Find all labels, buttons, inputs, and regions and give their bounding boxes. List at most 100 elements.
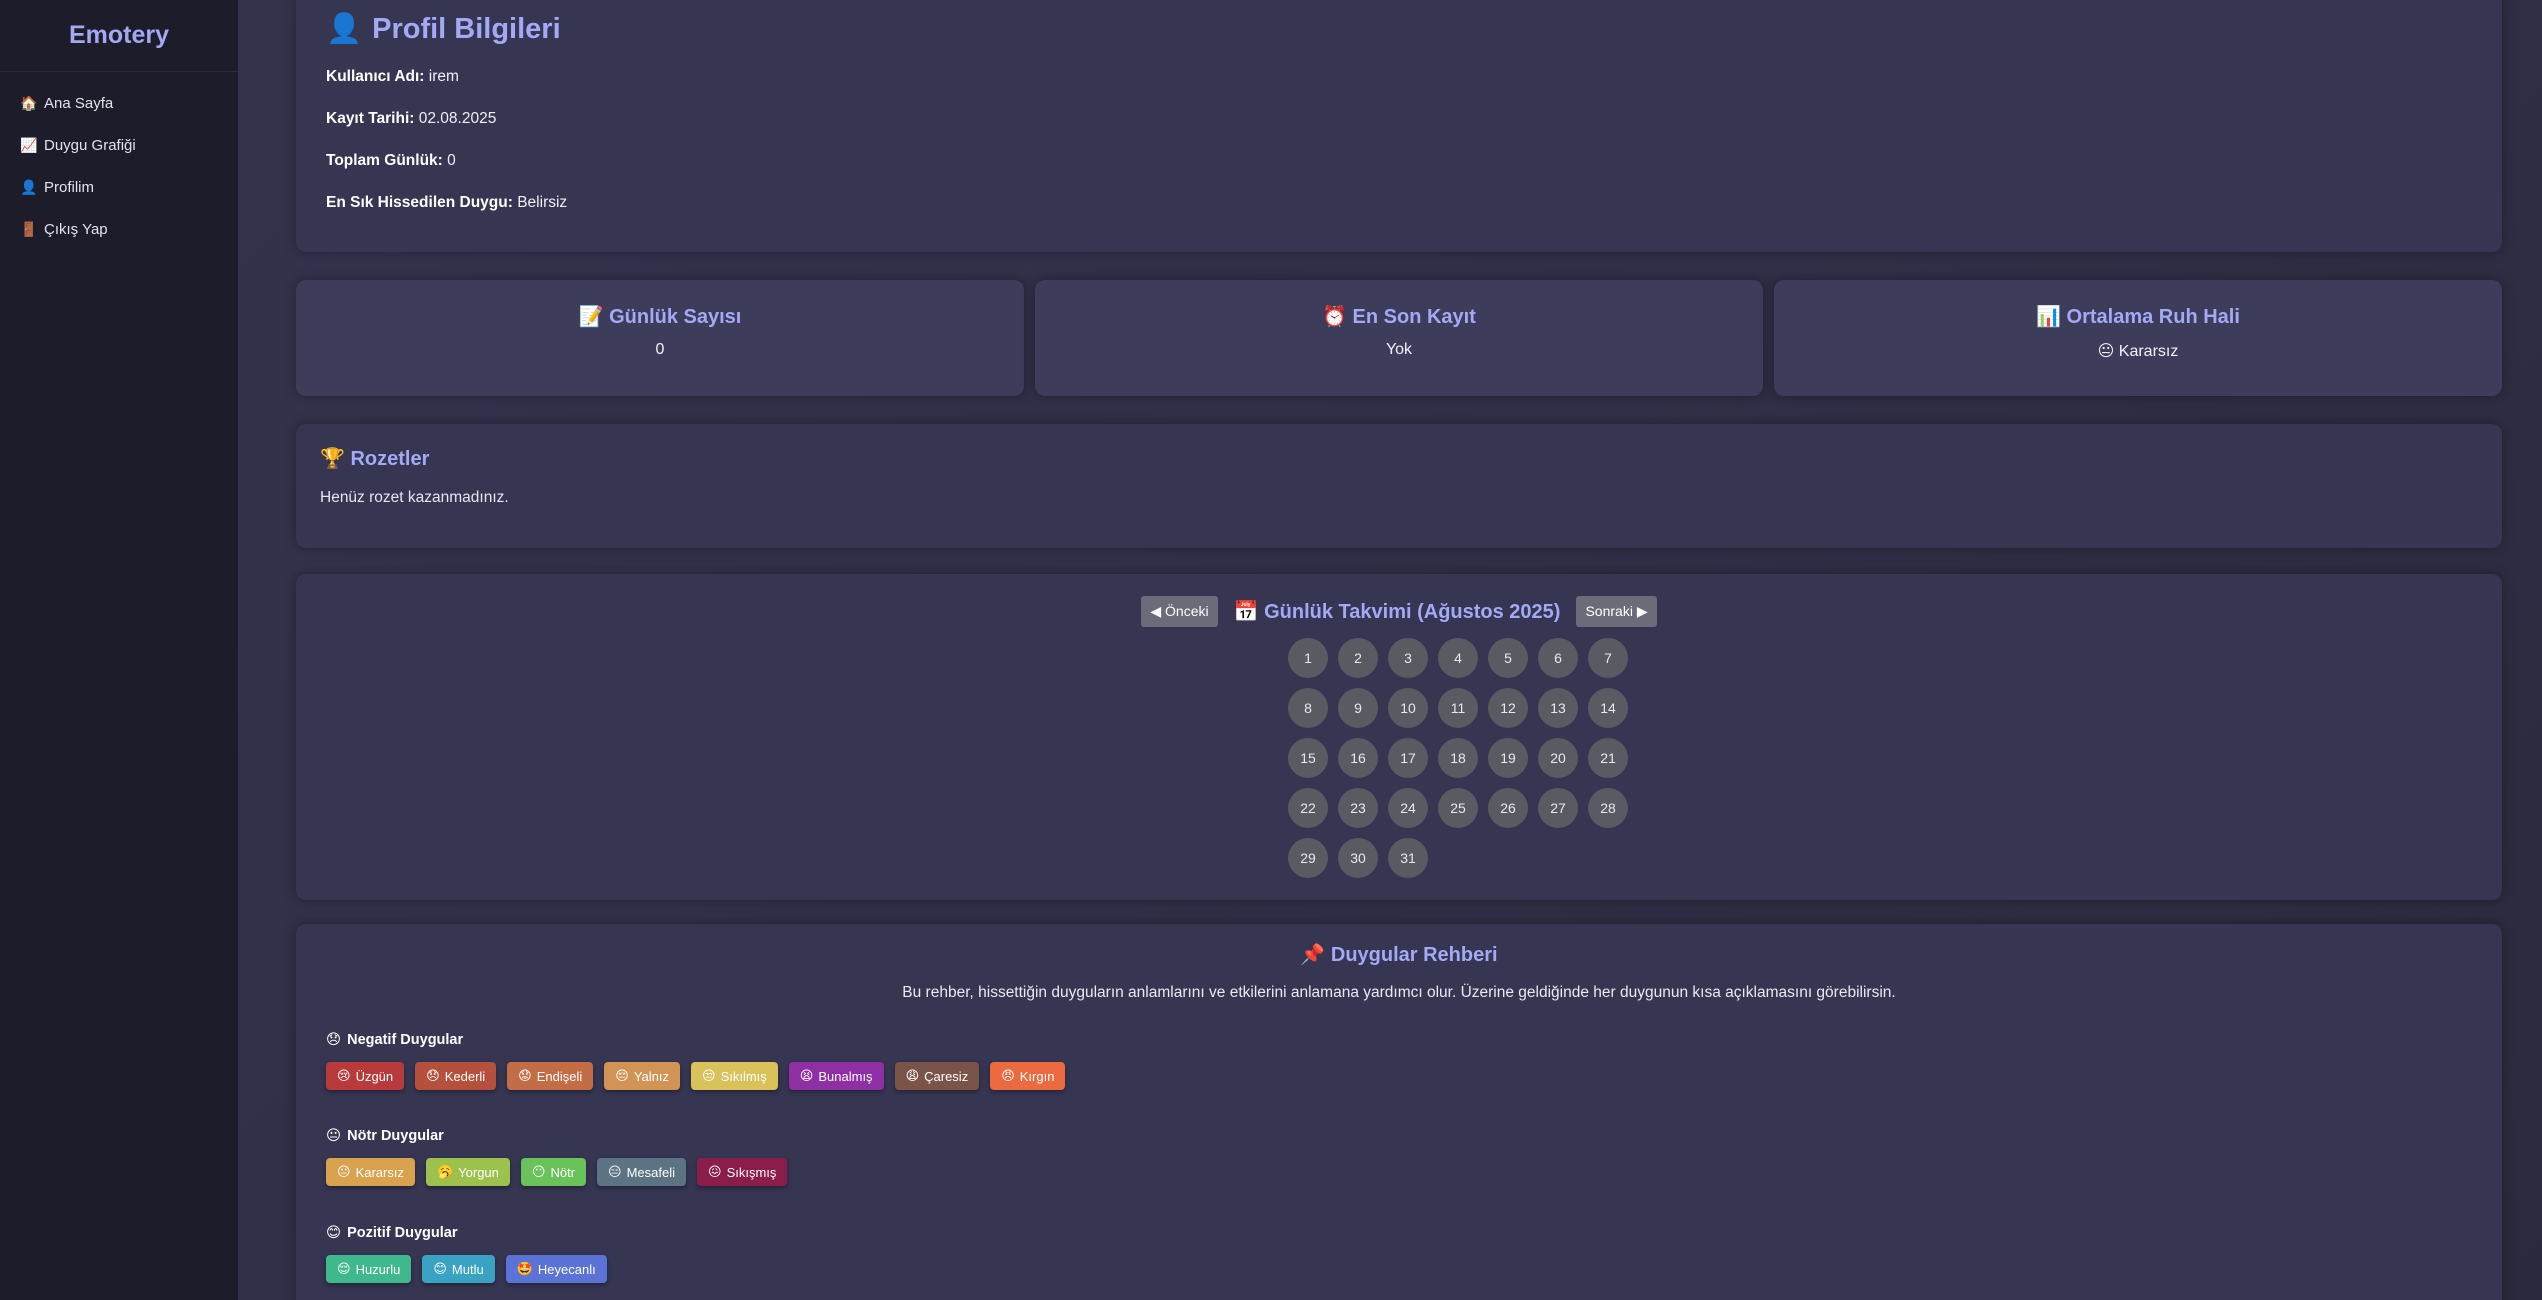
stat-title-text: En Son Kayıt (1352, 306, 1476, 328)
total-entries-value: 0 (447, 152, 456, 169)
calendar-day[interactable]: 28 (1588, 788, 1628, 828)
emotion-emoji-icon: 😫 (799, 1068, 814, 1083)
calendar-day[interactable]: 24 (1388, 788, 1428, 828)
emotion-chip-label: Yorgun (458, 1164, 499, 1180)
emotion-chip-label: Yalnız (633, 1068, 669, 1084)
sidebar-item-label: Duygu Grafiği (44, 136, 136, 154)
emotion-chip-label: Huzurlu (355, 1261, 401, 1277)
emotion-chip[interactable]: 😖 Sıkışmış (697, 1158, 788, 1186)
calendar-day[interactable]: 21 (1588, 738, 1628, 778)
guide-title: 📌 Duygular Rehberi (296, 942, 2502, 967)
calendar-day[interactable]: 6 (1538, 638, 1578, 678)
emotion-chip-label: Heyecanlı (537, 1261, 596, 1277)
calendar-day[interactable]: 11 (1438, 688, 1478, 728)
next-month-button[interactable]: Sonraki ▶ (1576, 596, 1657, 627)
register-date-label: Kayıt Tarihi: (326, 110, 415, 127)
emotion-chip-label: Kederli (444, 1068, 486, 1084)
prev-month-button[interactable]: ◀ Önceki (1141, 596, 1218, 627)
calendar-day[interactable]: 2 (1338, 638, 1378, 678)
main-content: 👤 Profil Bilgileri Kullanıcı Adı: irem K… (238, 0, 2542, 1300)
calendar-day[interactable]: 8 (1288, 688, 1328, 728)
calendar-day[interactable]: 4 (1438, 638, 1478, 678)
calendar-icon: 📅 (1233, 601, 1259, 623)
emotion-chip[interactable]: 😟 Endişeli (507, 1062, 594, 1090)
emotion-chip[interactable]: 😒 Sıkılmış (691, 1062, 778, 1090)
calendar-day[interactable]: 10 (1388, 688, 1428, 728)
calendar-day[interactable]: 3 (1388, 638, 1428, 678)
group-title: 😞 Negatif Duygular (326, 1032, 1065, 1048)
emotion-chip[interactable]: 😔 Yalnız (604, 1062, 680, 1090)
emotion-emoji-icon: 😌 (337, 1261, 351, 1276)
sidebar-item-home[interactable]: 🏠 Ana Sayfa (0, 82, 238, 124)
calendar-day[interactable]: 19 (1488, 738, 1528, 778)
calendar-day[interactable]: 13 (1538, 688, 1578, 728)
emotion-chip[interactable]: 😞 Kederli (415, 1062, 497, 1090)
calendar-day[interactable]: 27 (1538, 788, 1578, 828)
calendar-day[interactable]: 18 (1438, 738, 1478, 778)
emotion-emoji-icon: 😔 (615, 1068, 629, 1083)
emotion-chip[interactable]: 😌 Huzurlu (326, 1255, 412, 1283)
guide-title-text: Duygular Rehberi (1330, 944, 1498, 966)
emotion-emoji-icon: 😐 (337, 1164, 351, 1179)
calendar-day[interactable]: 23 (1338, 788, 1378, 828)
door-icon: 🚪 (20, 220, 38, 237)
calendar-day[interactable]: 25 (1438, 788, 1478, 828)
calendar-day[interactable]: 16 (1338, 738, 1378, 778)
emotion-chip[interactable]: 😫 Bunalmış (788, 1062, 884, 1090)
memo-icon: 📝 (578, 306, 604, 328)
emotion-chip[interactable]: 😑 Mesafeli (597, 1158, 686, 1186)
badges-title: 🏆 Rozetler (320, 446, 2478, 471)
emotion-chip-label: Çaresiz (924, 1068, 969, 1084)
emotion-chip[interactable]: 😶 Nötr (520, 1158, 587, 1186)
calendar-day[interactable]: 31 (1388, 838, 1428, 878)
emotion-emoji-icon: 😶 (531, 1164, 546, 1179)
emotion-chip[interactable]: 😩 Çaresiz (894, 1062, 980, 1090)
emotion-chip[interactable]: 🤩 Heyecanlı (505, 1255, 607, 1283)
emotion-emoji-icon: 😠 (1001, 1068, 1015, 1083)
calendar-day[interactable]: 12 (1488, 688, 1528, 728)
username-value: irem (428, 68, 459, 85)
emotion-chip[interactable]: 😐 Kararsız (326, 1158, 415, 1186)
emotion-chip[interactable]: 😠 Kırgın (990, 1062, 1066, 1090)
emotion-emoji-icon: 😩 (905, 1068, 920, 1083)
calendar-day[interactable]: 15 (1288, 738, 1328, 778)
group-title: 😐 Nötr Duygular (326, 1128, 787, 1144)
emotion-chip-label: Bunalmış (818, 1068, 873, 1084)
stat-card-entry-count: 📝 Günlük Sayısı 0 (296, 280, 1024, 396)
calendar-day[interactable]: 29 (1288, 838, 1328, 878)
calendar-day[interactable]: 1 (1288, 638, 1328, 678)
trophy-icon: 🏆 (320, 448, 345, 470)
calendar-day[interactable]: 26 (1488, 788, 1528, 828)
calendar-day[interactable]: 17 (1388, 738, 1428, 778)
badges-empty-text: Henüz rozet kazanmadınız. (320, 489, 509, 506)
emotion-chip[interactable]: 😢 Üzgün (326, 1062, 405, 1090)
username-label: Kullanıcı Adı: (326, 68, 425, 85)
calendar-day[interactable]: 5 (1488, 638, 1528, 678)
sidebar-item-logout[interactable]: 🚪 Çıkış Yap (0, 208, 238, 250)
brand-logo[interactable]: Emotery (0, 0, 238, 72)
emotion-emoji-icon: 😊 (433, 1261, 447, 1276)
house-icon: 🏠 (20, 94, 38, 111)
emotion-guide-card: 📌 Duygular Rehberi Bu rehber, hissettiği… (296, 924, 2502, 1300)
profile-title-text: Profil Bilgileri (372, 12, 561, 45)
calendar-day[interactable]: 20 (1538, 738, 1578, 778)
emotion-chip-label: Mutlu (451, 1261, 484, 1277)
sidebar-item-label: Ana Sayfa (44, 94, 114, 112)
calendar-day[interactable]: 7 (1588, 638, 1628, 678)
negative-emotions-group: 😞 Negatif Duygular 😢 Üzgün 😞 Kederli 😟 Endişe… (326, 1032, 1066, 1090)
sidebar-item-emotion-chart[interactable]: 📈 Duygu Grafiği (0, 124, 238, 166)
sidebar-nav: 🏠 Ana Sayfa 📈 Duygu Grafiği 👤 Profilim 🚪… (0, 72, 238, 250)
calendar-day[interactable]: 22 (1288, 788, 1328, 828)
emotion-emoji-icon: 🥱 (436, 1164, 454, 1179)
emotion-chip[interactable]: 🥱 Yorgun (425, 1158, 510, 1186)
badges-card: 🏆 Rozetler Henüz rozet kazanmadınız. (296, 424, 2502, 548)
calendar-header: ◀ Önceki 📅 Günlük Takvimi (Ağustos 2025)… (296, 596, 2502, 627)
emotion-chip-label: Kararsız (355, 1164, 404, 1180)
group-title-text: Negatif Duygular (347, 1032, 464, 1048)
calendar-day[interactable]: 14 (1588, 688, 1628, 728)
emotion-chip[interactable]: 😊 Mutlu (422, 1255, 495, 1283)
neutral-emotions-group: 😐 Nötr Duygular 😐 Kararsız 🥱 Yorgun 😶 Nötr 😑 Me… (326, 1128, 788, 1186)
calendar-day[interactable]: 9 (1338, 688, 1378, 728)
calendar-day[interactable]: 30 (1338, 838, 1378, 878)
sidebar-item-profile[interactable]: 👤 Profilim (0, 166, 238, 208)
